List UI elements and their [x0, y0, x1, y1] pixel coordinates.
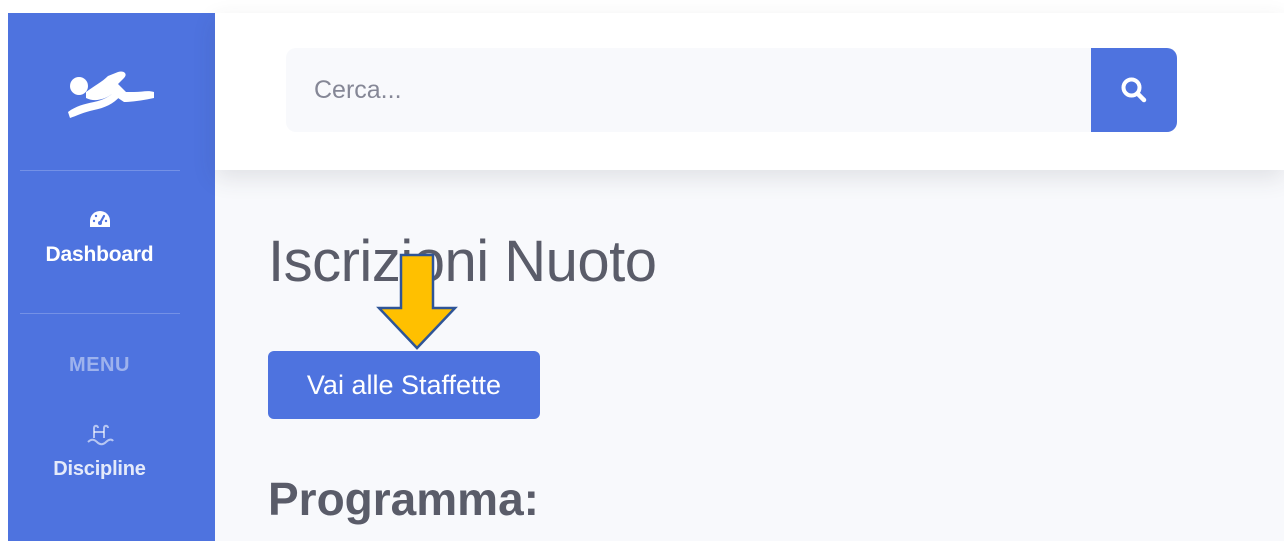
search-icon	[1121, 77, 1147, 103]
down-arrow-icon	[376, 253, 458, 350]
sidebar: Dashboard MENU Discipline	[8, 13, 215, 541]
search-button[interactable]	[1091, 48, 1177, 132]
swimmer-icon	[67, 70, 154, 118]
staffette-button[interactable]: Vai alle Staffette	[268, 351, 540, 419]
programma-heading: Programma:	[268, 473, 539, 525]
sidebar-divider	[20, 313, 180, 314]
search-input[interactable]	[286, 48, 1091, 132]
sidebar-item-discipline[interactable]: Discipline	[8, 424, 191, 481]
sidebar-item-label: Discipline	[53, 458, 146, 480]
page-title: Iscrizioni Nuoto	[268, 229, 657, 294]
sidebar-divider	[20, 170, 180, 171]
sidebar-item-dashboard[interactable]: Dashboard	[8, 210, 191, 267]
app-page: Dashboard MENU Discipline Iscrizioni Nuo…	[0, 0, 1284, 541]
swimming-pool-icon	[86, 424, 114, 446]
tachometer-icon	[89, 211, 110, 227]
sidebar-item-label: Dashboard	[45, 243, 154, 266]
sidebar-heading: MENU	[69, 354, 130, 376]
brand-logo-link[interactable]	[8, 13, 215, 170]
topbar	[215, 13, 1284, 170]
main-content: Iscrizioni Nuoto Vai alle Staffette Prog…	[215, 170, 1284, 541]
